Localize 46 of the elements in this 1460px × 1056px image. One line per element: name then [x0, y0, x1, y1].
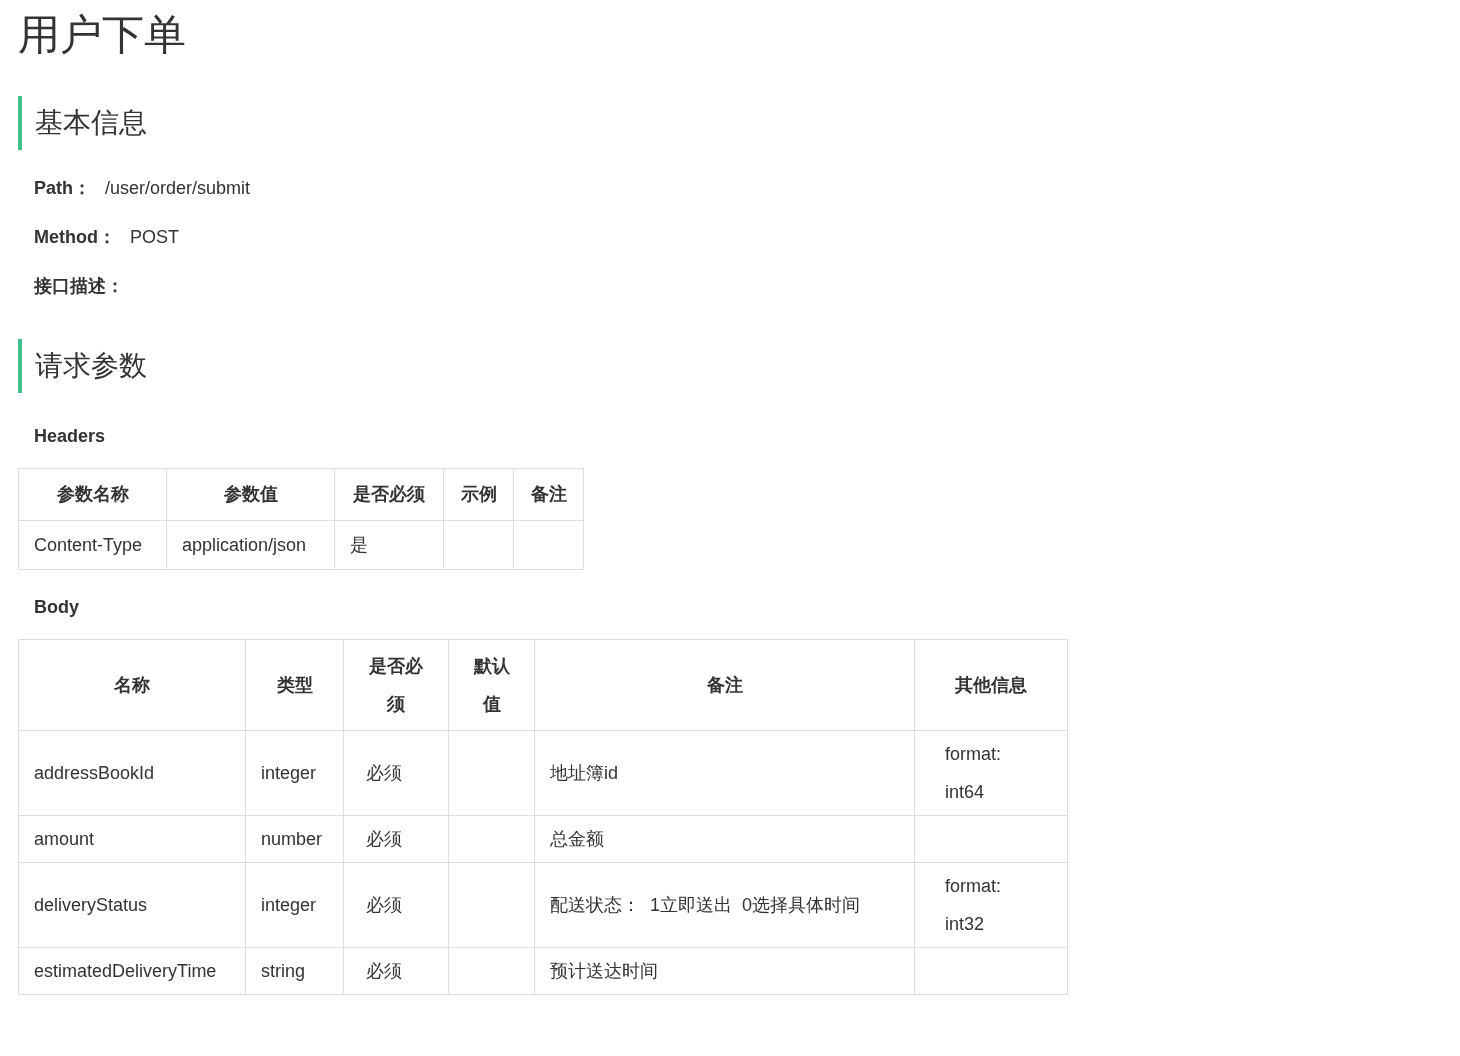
column-header: 是否必须: [343, 639, 449, 731]
subsection-title: Headers: [34, 425, 106, 448]
table-cell: 必须: [343, 862, 449, 948]
subsection-title: Body: [34, 596, 79, 619]
section-accent-bar: [18, 339, 22, 393]
table-cell: 总金额: [534, 815, 915, 863]
table-cell: string: [245, 947, 344, 995]
table-cell: 是: [334, 520, 444, 570]
section-heading: 基本信息: [34, 106, 147, 140]
table-cell: 地址簿id: [534, 730, 915, 816]
table-cell: 必须: [343, 730, 449, 816]
field-label: Method：: [34, 226, 116, 249]
table-cell: number: [245, 815, 344, 863]
table-cell: Content-Type: [18, 520, 167, 570]
table-cell: 配送状态： 1立即送出 0选择具体时间: [534, 862, 915, 948]
column-header: 备注: [534, 639, 915, 731]
column-header: 是否必须: [334, 468, 444, 521]
column-header: 默认值: [448, 639, 535, 731]
table-cell: deliveryStatus: [18, 862, 246, 948]
table-cell: format: int32: [914, 862, 1068, 948]
field-label: Path：: [34, 177, 91, 200]
table-cell: format: int64: [914, 730, 1068, 816]
column-header: 其他信息: [914, 639, 1068, 731]
column-header: 类型: [245, 639, 344, 731]
column-header: 参数名称: [18, 468, 167, 521]
table-cell: application/json: [166, 520, 335, 570]
section-heading: 请求参数: [34, 349, 147, 383]
column-header: 名称: [18, 639, 246, 731]
column-header: 备注: [513, 468, 584, 521]
table-cell: integer: [245, 730, 344, 816]
field-value: /user/order/submit: [105, 177, 251, 200]
table-cell: amount: [18, 815, 246, 863]
column-header: 参数值: [166, 468, 335, 521]
field-label: 接口描述：: [34, 275, 124, 298]
column-header: 示例: [443, 468, 514, 521]
page-title: 用户下单: [18, 10, 186, 56]
table-cell: [443, 520, 514, 570]
field-value: POST: [130, 226, 179, 249]
table-cell: 预计送达时间: [534, 947, 915, 995]
table-cell: 必须: [343, 947, 449, 995]
table-cell: [513, 520, 584, 570]
table-cell: addressBookId: [18, 730, 246, 816]
section-accent-bar: [18, 96, 22, 150]
table-cell: estimatedDeliveryTime: [18, 947, 246, 995]
table-cell: 必须: [343, 815, 449, 863]
table-cell: integer: [245, 862, 344, 948]
